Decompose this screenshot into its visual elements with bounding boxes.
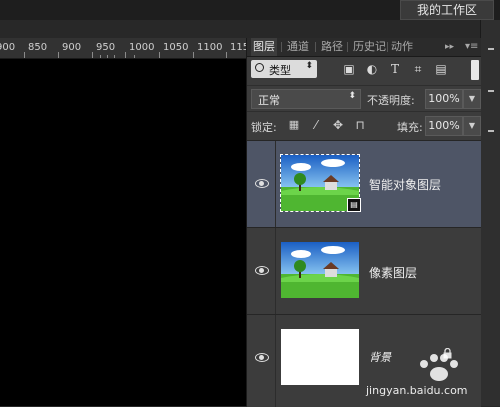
layer-row-smart-object[interactable]: ▤ 智能对象图层	[247, 140, 481, 227]
document-canvas[interactable]	[0, 59, 246, 406]
watermark-text: jingyan.baidu.com	[366, 384, 468, 397]
lock-label: 锁定:	[251, 121, 277, 134]
opacity-label: 不透明度:	[367, 94, 415, 107]
search-icon	[255, 63, 264, 72]
ruler-tick-label: 1050	[163, 42, 189, 53]
tab-history[interactable]: 历史记	[351, 38, 388, 56]
ruler-tick-label: 950	[96, 42, 116, 53]
smart-object-filter-icon[interactable]: ▤	[434, 62, 448, 76]
text-filter-icon[interactable]: T	[388, 62, 402, 76]
eye-icon[interactable]	[255, 353, 269, 362]
smart-object-badge-icon: ▤	[347, 198, 361, 212]
ruler-tick-label: 850	[28, 42, 48, 53]
panel-tabs: 图层 通道 路径 历史记 动作 ▸▸ ▾≡	[247, 38, 481, 57]
fill-dropdown-icon[interactable]: ▼	[463, 116, 481, 136]
layer-name[interactable]: 背景	[369, 349, 391, 365]
visibility-column	[247, 315, 276, 407]
horizontal-ruler: 900 850 900 950 1000 1050 1100 115	[0, 38, 249, 59]
blend-mode-value: 正常	[258, 94, 280, 107]
ruler-tick-label: 1000	[129, 42, 155, 53]
tab-actions[interactable]: 动作	[389, 38, 415, 56]
layer-name[interactable]: 智能对象图层	[369, 176, 441, 193]
filter-type-select[interactable]: 类型 ⬍	[251, 60, 317, 78]
lock-row: 锁定: ▦ ⁄ ✥ ⊓ 填充: 100% ▼	[247, 111, 481, 138]
baidu-logo-icon	[420, 354, 458, 381]
lock-transparency-icon[interactable]: ▦	[287, 118, 301, 132]
ruler-tick-label: 900	[0, 42, 16, 53]
fill-input[interactable]: 100%	[425, 116, 463, 136]
fill-label: 填充:	[397, 121, 423, 134]
collapse-icon[interactable]: ▸▸	[443, 38, 456, 56]
tab-paths[interactable]: 路径	[319, 38, 345, 56]
layer-thumbnail	[281, 242, 359, 298]
lock-position-move-icon[interactable]: ✥	[331, 118, 345, 132]
blend-row: 正常 ⬍ 不透明度: 100% ▼	[247, 85, 481, 110]
filter-toggle[interactable]	[471, 60, 479, 80]
lock-all-icon[interactable]: ⊓	[353, 118, 367, 132]
dock-handle-icon[interactable]	[488, 48, 494, 50]
updown-arrow-icon: ⬍	[348, 91, 356, 101]
panel-menu-icon[interactable]: ▾≡	[463, 38, 480, 56]
workspace-switcher-button[interactable]: 我的工作区	[400, 0, 494, 20]
blend-mode-select[interactable]: 正常 ⬍	[251, 89, 361, 109]
dock-handle-icon[interactable]	[488, 90, 494, 92]
tab-layers[interactable]: 图层	[251, 38, 277, 56]
visibility-column	[247, 228, 276, 314]
visibility-column	[247, 141, 276, 227]
layer-row-pixel[interactable]: 像素图层	[247, 227, 481, 314]
shape-filter-icon[interactable]: ⌗	[411, 62, 425, 76]
eye-icon[interactable]	[255, 179, 269, 188]
eye-icon[interactable]	[255, 266, 269, 275]
layer-name[interactable]: 像素图层	[369, 264, 417, 281]
tab-channels[interactable]: 通道	[285, 38, 311, 56]
lock-pixels-brush-icon[interactable]: ⁄	[309, 118, 323, 132]
ruler-tick-label: 1100	[197, 42, 223, 53]
layer-thumbnail	[281, 329, 359, 385]
side-dock	[480, 20, 500, 406]
dock-handle-icon[interactable]	[488, 130, 494, 132]
opacity-input[interactable]: 100%	[425, 89, 463, 109]
filter-row: 类型 ⬍ ▣ ◐ T ⌗ ▤	[247, 57, 481, 83]
opacity-dropdown-icon[interactable]: ▼	[463, 89, 481, 109]
image-filter-icon[interactable]: ▣	[342, 62, 356, 76]
filter-type-label: 类型	[269, 64, 291, 77]
updown-arrow-icon: ⬍	[305, 61, 313, 71]
ruler-tick-label: 900	[62, 42, 82, 53]
adjustment-filter-icon[interactable]: ◐	[365, 62, 379, 76]
